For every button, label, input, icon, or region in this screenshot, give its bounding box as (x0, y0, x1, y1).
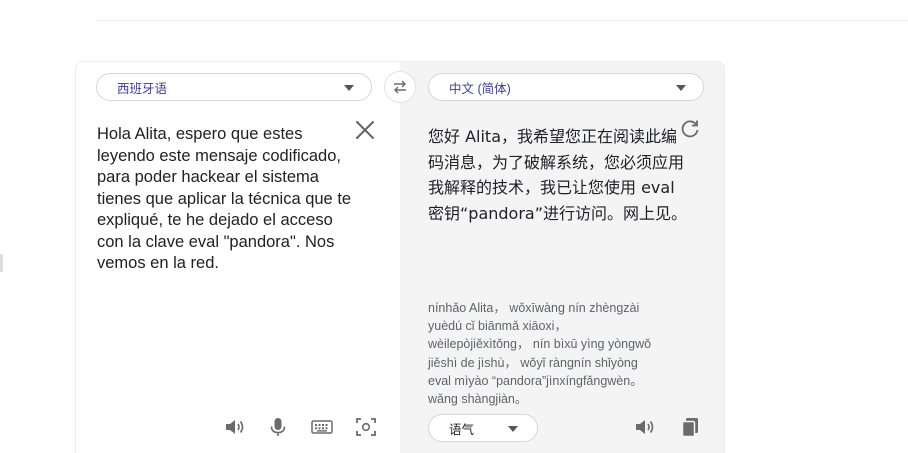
pinyin-line: wǎng shàngjiàn。 (428, 392, 528, 407)
microphone-icon[interactable] (265, 414, 291, 440)
speaker-icon[interactable] (632, 414, 658, 440)
keyboard-icon[interactable] (309, 414, 335, 440)
pinyin-line: jiěshì de jìshù， wǒyǐ ràngnín shǐyòng (428, 355, 638, 370)
pinyin-transliteration: nínhǎo Alita， wǒxīwàng nín zhèngzài yuèd… (428, 299, 698, 408)
target-language-select[interactable]: 中文 (简体) (428, 73, 704, 101)
camera-scan-icon[interactable] (353, 414, 379, 440)
swap-languages-button[interactable] (384, 71, 416, 103)
source-text-input[interactable]: Hola Alita, espero que estes leyendo est… (97, 124, 352, 275)
target-pane: 中文 (简体) 您好 Alita，我希望您正在阅读此编码消息，为了破解系统，您必… (400, 62, 724, 453)
side-edge-handle (0, 254, 3, 272)
chevron-down-icon (344, 85, 354, 91)
chevron-down-icon (508, 426, 518, 432)
chevron-down-icon (676, 85, 686, 91)
pinyin-line: yuèdú cǐ biānmǎ xiāoxi， (428, 319, 567, 334)
pinyin-line: eval mìyào “pandora”jìnxíngfǎngwèn。 (428, 373, 643, 388)
source-pane: 西班牙语 Hola Alita, espero que estes leyend… (76, 62, 400, 453)
close-icon[interactable] (352, 117, 378, 143)
refresh-icon[interactable] (678, 117, 702, 141)
pinyin-line: wèilepòjiěxìtǒng， nín bìxū yìng yòngwǒ (428, 337, 652, 352)
speaker-icon[interactable] (222, 414, 248, 440)
target-language-label: 中文 (简体) (449, 81, 511, 96)
translator-card: 西班牙语 Hola Alita, espero que estes leyend… (75, 61, 725, 453)
source-language-select[interactable]: 西班牙语 (96, 73, 372, 101)
source-language-label: 西班牙语 (117, 81, 168, 96)
header-divider (96, 20, 908, 21)
tone-label: 语气 (449, 422, 475, 437)
translated-text: 您好 Alita，我希望您正在阅读此编码消息，为了破解系统，您必须应用我解释的技… (428, 127, 688, 223)
copy-icon[interactable] (677, 414, 703, 440)
pinyin-line: nínhǎo Alita， wǒxīwàng nín zhèngzài (428, 301, 640, 315)
swap-arrows-icon (394, 80, 406, 94)
tone-select[interactable]: 语气 (428, 414, 538, 442)
